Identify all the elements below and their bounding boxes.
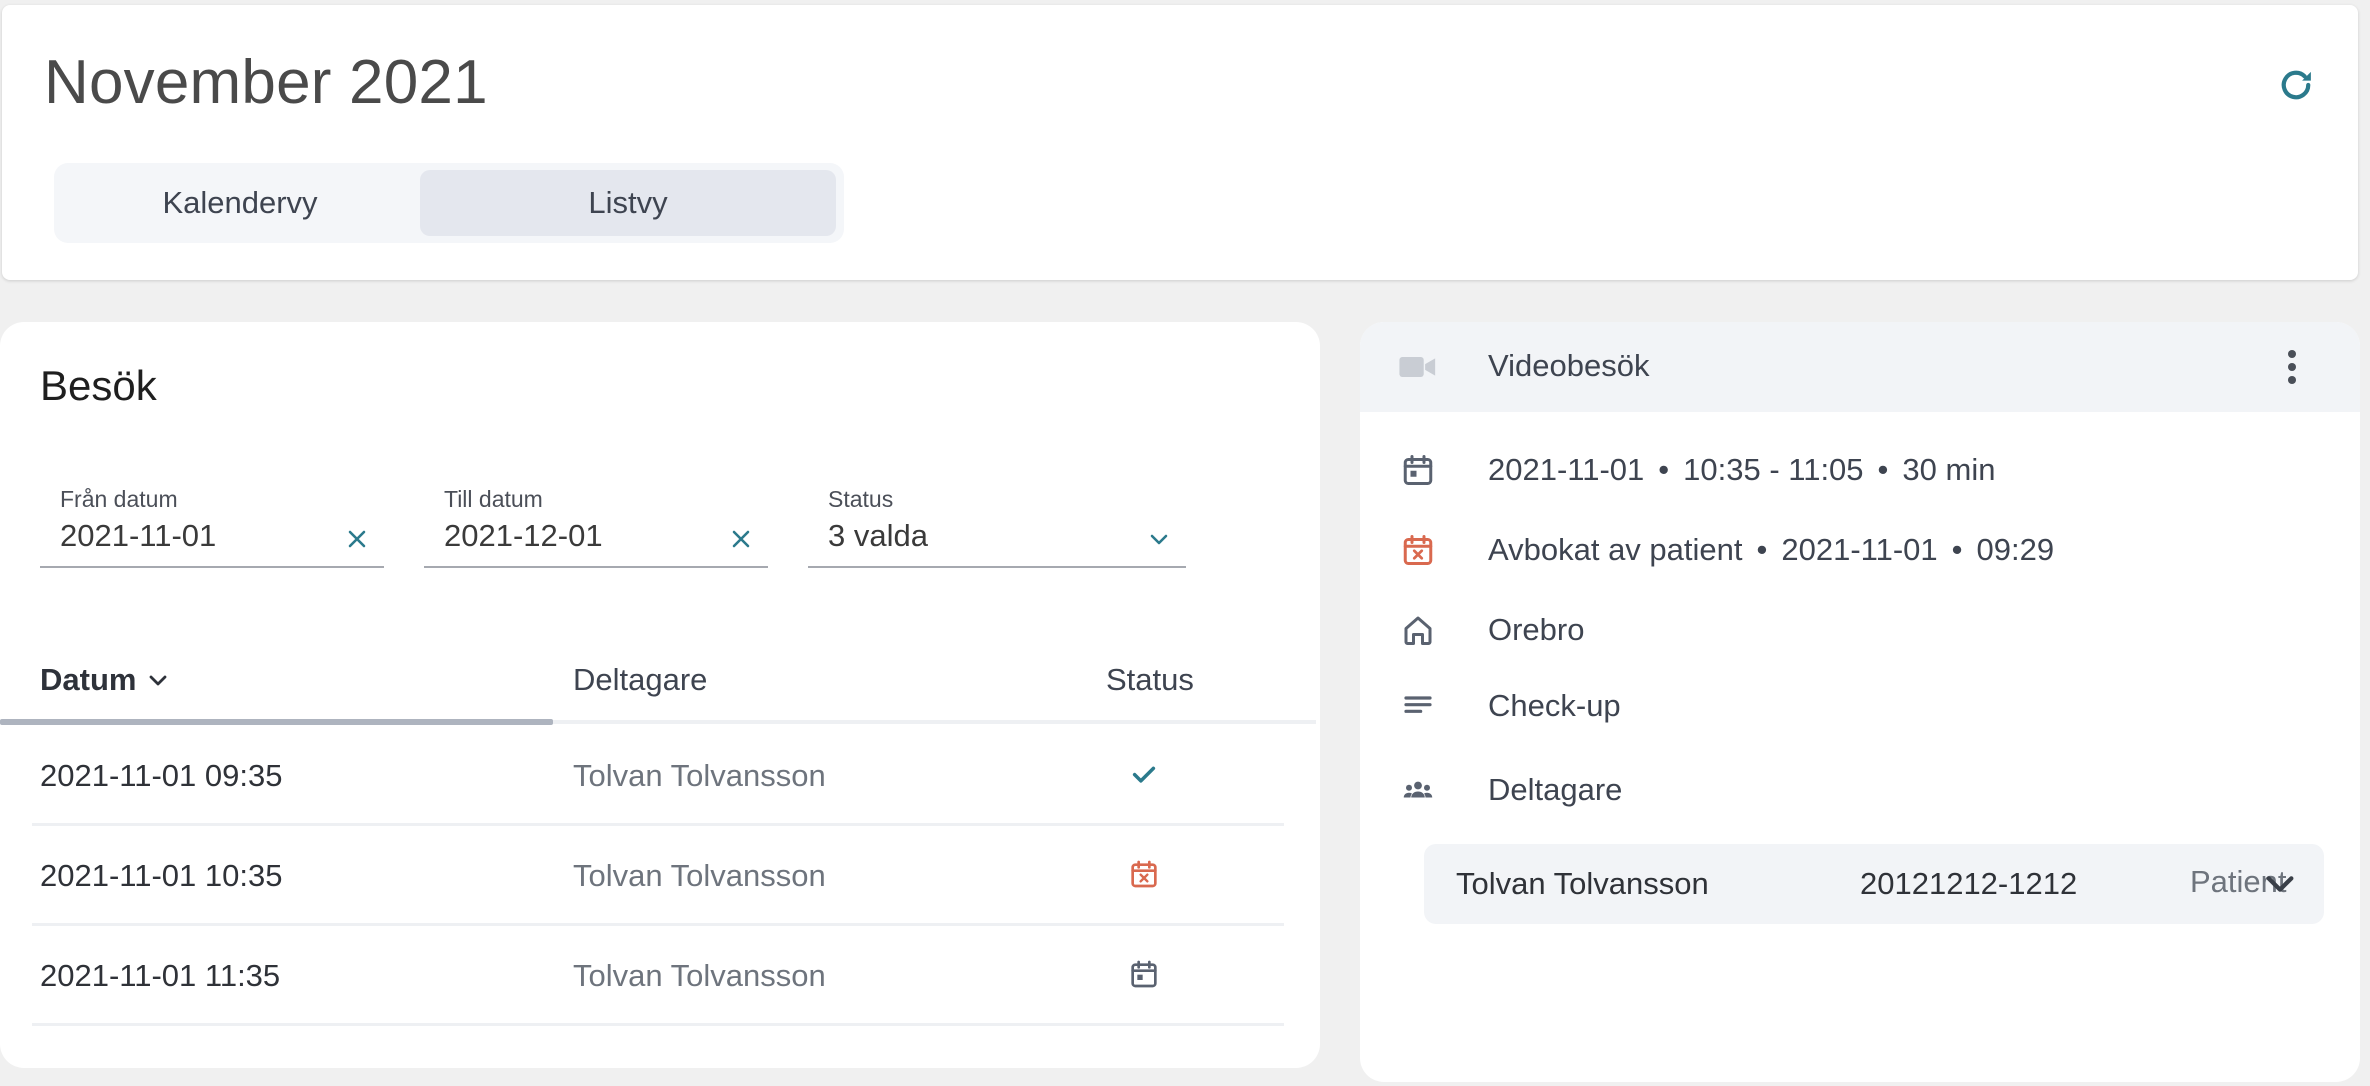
status-badge — [1122, 852, 1166, 896]
row-participant: Tolvan Tolvansson — [573, 758, 826, 793]
table-row[interactable]: 2021-11-01 09:35 Tolvan Tolvansson — [32, 726, 1284, 826]
visits-title: Besök — [40, 362, 157, 409]
status-dropdown-button[interactable] — [1142, 522, 1176, 556]
visit-time: 10:35 - 11:05 — [1683, 452, 1864, 487]
participant-item[interactable]: Tolvan Tolvansson 20121212-1212 Patient — [1424, 844, 2324, 924]
sort-by-date[interactable]: Datum — [40, 662, 170, 698]
calendar-cancelled-icon — [1131, 860, 1157, 888]
row-date: 2021-11-01 11:35 — [40, 958, 281, 993]
to-date-value: 2021-12-01 — [444, 518, 603, 553]
more-vertical-icon — [2288, 350, 2296, 384]
expand-participant-button[interactable] — [2258, 862, 2302, 906]
to-date-label: Till datum — [444, 486, 543, 512]
from-date-value: 2021-11-01 — [60, 518, 217, 553]
location-text: Orebro — [1488, 612, 1585, 647]
refresh-button[interactable] — [2272, 61, 2320, 109]
check-icon — [1132, 766, 1156, 783]
detail-header: Videobesök — [1360, 322, 2360, 412]
visit-detail-card: Videobesök 2021-11-01 • 10:35 - 11:05 • 30 m… — [1360, 322, 2360, 1082]
refresh-icon — [2281, 70, 2311, 100]
from-date-field[interactable]: Från datum 2021-11-01 — [40, 482, 384, 568]
visit-time-row: 2021-11-01 • 10:35 - 11:05 • 30 min — [1360, 440, 2360, 500]
status-badge — [1122, 752, 1166, 796]
column-participants: Deltagare — [573, 662, 708, 697]
notes-icon — [1404, 696, 1432, 713]
cancellation-row: Avbokat av patient • 2021-11-01 • 09:29 — [1360, 520, 2360, 580]
participant-id: 20121212-1212 — [1860, 866, 2078, 901]
visit-type: Videobesök — [1488, 348, 1650, 383]
visit-time-text: 2021-11-01 • 10:35 - 11:05 • 30 min — [1488, 452, 1996, 487]
close-icon — [732, 530, 750, 548]
row-date: 2021-11-01 09:35 — [40, 758, 283, 793]
to-date-field[interactable]: Till datum 2021-12-01 — [424, 482, 768, 568]
calendar-icon — [1131, 960, 1157, 988]
from-date-label: Från datum — [60, 486, 178, 512]
row-date: 2021-11-01 10:35 — [40, 858, 283, 893]
participant-name: Tolvan Tolvansson — [1456, 866, 1709, 901]
location-row: Orebro — [1360, 600, 2360, 660]
column-date: Datum — [40, 662, 137, 697]
table-row[interactable]: 2021-11-01 10:35 Tolvan Tolvansson — [32, 826, 1284, 926]
row-participant: Tolvan Tolvansson — [573, 958, 826, 993]
cancellation-text: Avbokat av patient • 2021-11-01 • 09:29 — [1488, 532, 2055, 567]
chevron-down-icon — [2266, 876, 2294, 892]
view-toggle: Kalendervy Listvy — [54, 163, 844, 243]
status-select[interactable]: Status 3 valda — [808, 482, 1186, 568]
reason-text: Check-up — [1488, 688, 1621, 723]
tab-calendar-view[interactable]: Kalendervy — [60, 170, 420, 236]
header-card: November 2021 Kalendervy Listvy — [2, 5, 2358, 280]
calendar-icon — [1403, 455, 1433, 485]
active-sort-indicator — [0, 719, 553, 725]
chevron-down-icon — [150, 675, 167, 686]
clear-to-date-button[interactable] — [724, 522, 758, 556]
participants-label: Deltagare — [1488, 772, 1623, 807]
reason-row: Check-up — [1360, 676, 2360, 736]
cancel-date: 2021-11-01 — [1781, 532, 1938, 567]
status-value: 3 valda — [828, 518, 928, 553]
calendar-cancelled-icon — [1403, 535, 1433, 565]
more-options-button[interactable] — [2276, 346, 2308, 388]
cancel-time: 09:29 — [1976, 532, 2055, 567]
visit-duration: 30 min — [1902, 452, 1996, 487]
column-status: Status — [1106, 662, 1194, 697]
row-participant: Tolvan Tolvansson — [573, 858, 826, 893]
table-row[interactable]: 2021-11-01 11:35 Tolvan Tolvansson — [32, 926, 1284, 1026]
page-title: November 2021 — [44, 48, 488, 117]
chevron-down-icon — [1150, 534, 1168, 545]
status-badge — [1122, 952, 1166, 996]
video-camera-icon — [1399, 357, 1436, 377]
cancel-reason: Avbokat av patient — [1488, 532, 1743, 567]
home-icon — [1404, 616, 1432, 645]
visits-card: Besök Från datum 2021-11-01 Till datum 2… — [0, 322, 1320, 1068]
status-label: Status — [828, 486, 894, 512]
group-icon — [1403, 781, 1433, 798]
participants-row: Deltagare — [1360, 760, 2360, 820]
close-icon — [348, 530, 366, 548]
visit-date: 2021-11-01 — [1488, 452, 1645, 487]
clear-from-date-button[interactable] — [340, 522, 374, 556]
tab-list-view[interactable]: Listvy — [420, 170, 836, 236]
